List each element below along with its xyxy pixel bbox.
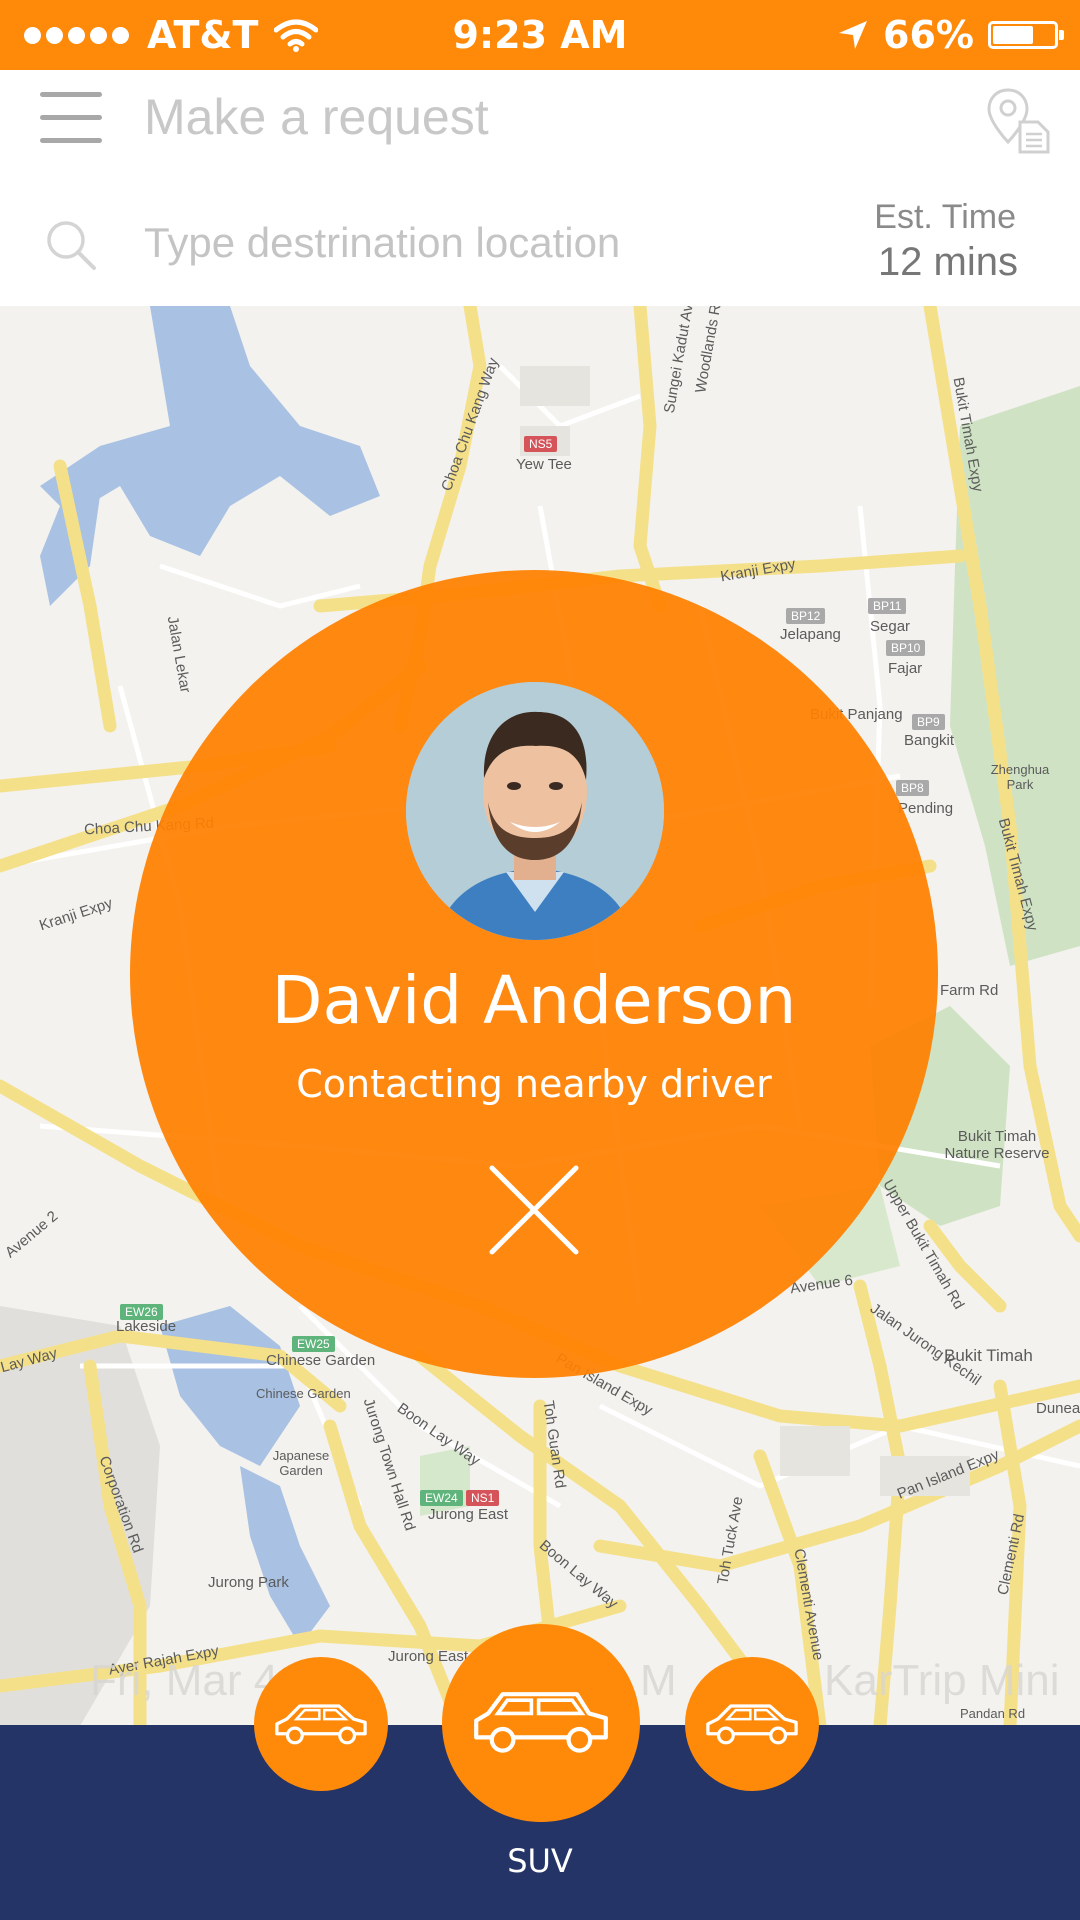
map-label: Pandan Rd — [960, 1706, 1026, 1721]
cancel-request-close-icon[interactable] — [486, 1162, 582, 1258]
station-badge: BP12 — [786, 608, 826, 624]
driver-avatar — [406, 682, 664, 940]
vehicle-option-selected[interactable] — [442, 1624, 640, 1822]
map-label: Chinese Garden — [266, 1352, 376, 1369]
station-badge: EW26 — [120, 1304, 163, 1320]
station-badge: BP9 — [912, 714, 945, 730]
station-badge: BP8 — [896, 780, 929, 796]
car-icon — [706, 1704, 798, 1745]
suv-car-icon — [474, 1692, 608, 1753]
driver-name: David Anderson — [271, 962, 797, 1039]
map-label: Jurong East — [428, 1506, 509, 1523]
status-right: 66% — [837, 0, 1064, 70]
est-time-label: Est. Time — [874, 198, 1016, 236]
vehicle-option-left[interactable] — [254, 1657, 388, 1791]
hamburger-menu-icon[interactable] — [40, 92, 104, 144]
vehicle-option-right[interactable] — [685, 1657, 819, 1791]
map-label: Zhenghua Park — [990, 762, 1050, 792]
map-label: Bukit Timah — [944, 1346, 1033, 1365]
map-label: Lakeside — [116, 1318, 177, 1335]
location-list-icon[interactable] — [986, 86, 1052, 156]
carrier-name: AT&T — [147, 13, 259, 57]
station-badge: BP11 — [868, 598, 907, 614]
request-status: Contacting nearby driver — [296, 1062, 772, 1106]
station-badge: NS5 — [524, 436, 558, 452]
map-label: Dunearn — [1036, 1400, 1080, 1417]
carousel-mid-text: M — [640, 1656, 677, 1705]
map-label: Bangkit — [904, 732, 955, 749]
station-badge: EW24 — [420, 1490, 463, 1506]
map-label: Jurong Park — [208, 1574, 289, 1591]
est-time-value: 12 mins — [877, 240, 1018, 284]
selected-vehicle-label: SUV — [507, 1842, 573, 1880]
map-label: Chinese Garden — [256, 1386, 351, 1401]
page-title: Make a request — [144, 89, 489, 145]
map-label: Segar — [870, 618, 911, 635]
station-badge: BP10 — [886, 640, 926, 656]
station-badge: EW25 — [292, 1336, 335, 1352]
battery-icon — [988, 21, 1064, 49]
map-label: Jelapang — [780, 626, 841, 643]
carousel-vehicle-text: KarTrip Mini — [824, 1656, 1060, 1705]
battery-percent: 66% — [883, 13, 974, 57]
signal-strength-icon — [24, 26, 129, 44]
battery-level — [993, 26, 1033, 44]
request-header: Make a request Est. Time 12 mins — [0, 70, 1080, 306]
map-label: Fajar — [888, 660, 923, 677]
status-left: AT&T — [24, 0, 319, 70]
map-label: Jurong East — [388, 1648, 469, 1665]
carousel-date-text: Fri, Mar 4 — [90, 1656, 279, 1705]
map-label: Farm Rd — [940, 982, 999, 999]
map-label: Japanese Garden — [272, 1448, 330, 1478]
map-label: Pending — [898, 800, 954, 817]
wifi-icon — [274, 19, 319, 52]
location-arrow-icon — [839, 21, 868, 49]
map-label: Yew Tee — [516, 456, 572, 473]
driver-photo — [406, 682, 664, 940]
search-icon — [47, 221, 96, 270]
map-label: Bukit Timah Nature Reserve — [944, 1128, 1050, 1162]
station-badge: NS1 — [466, 1490, 500, 1506]
status-bar: AT&T 9:23 AM 66% — [0, 0, 1080, 70]
destination-input[interactable] — [144, 210, 704, 276]
car-icon — [275, 1704, 367, 1745]
